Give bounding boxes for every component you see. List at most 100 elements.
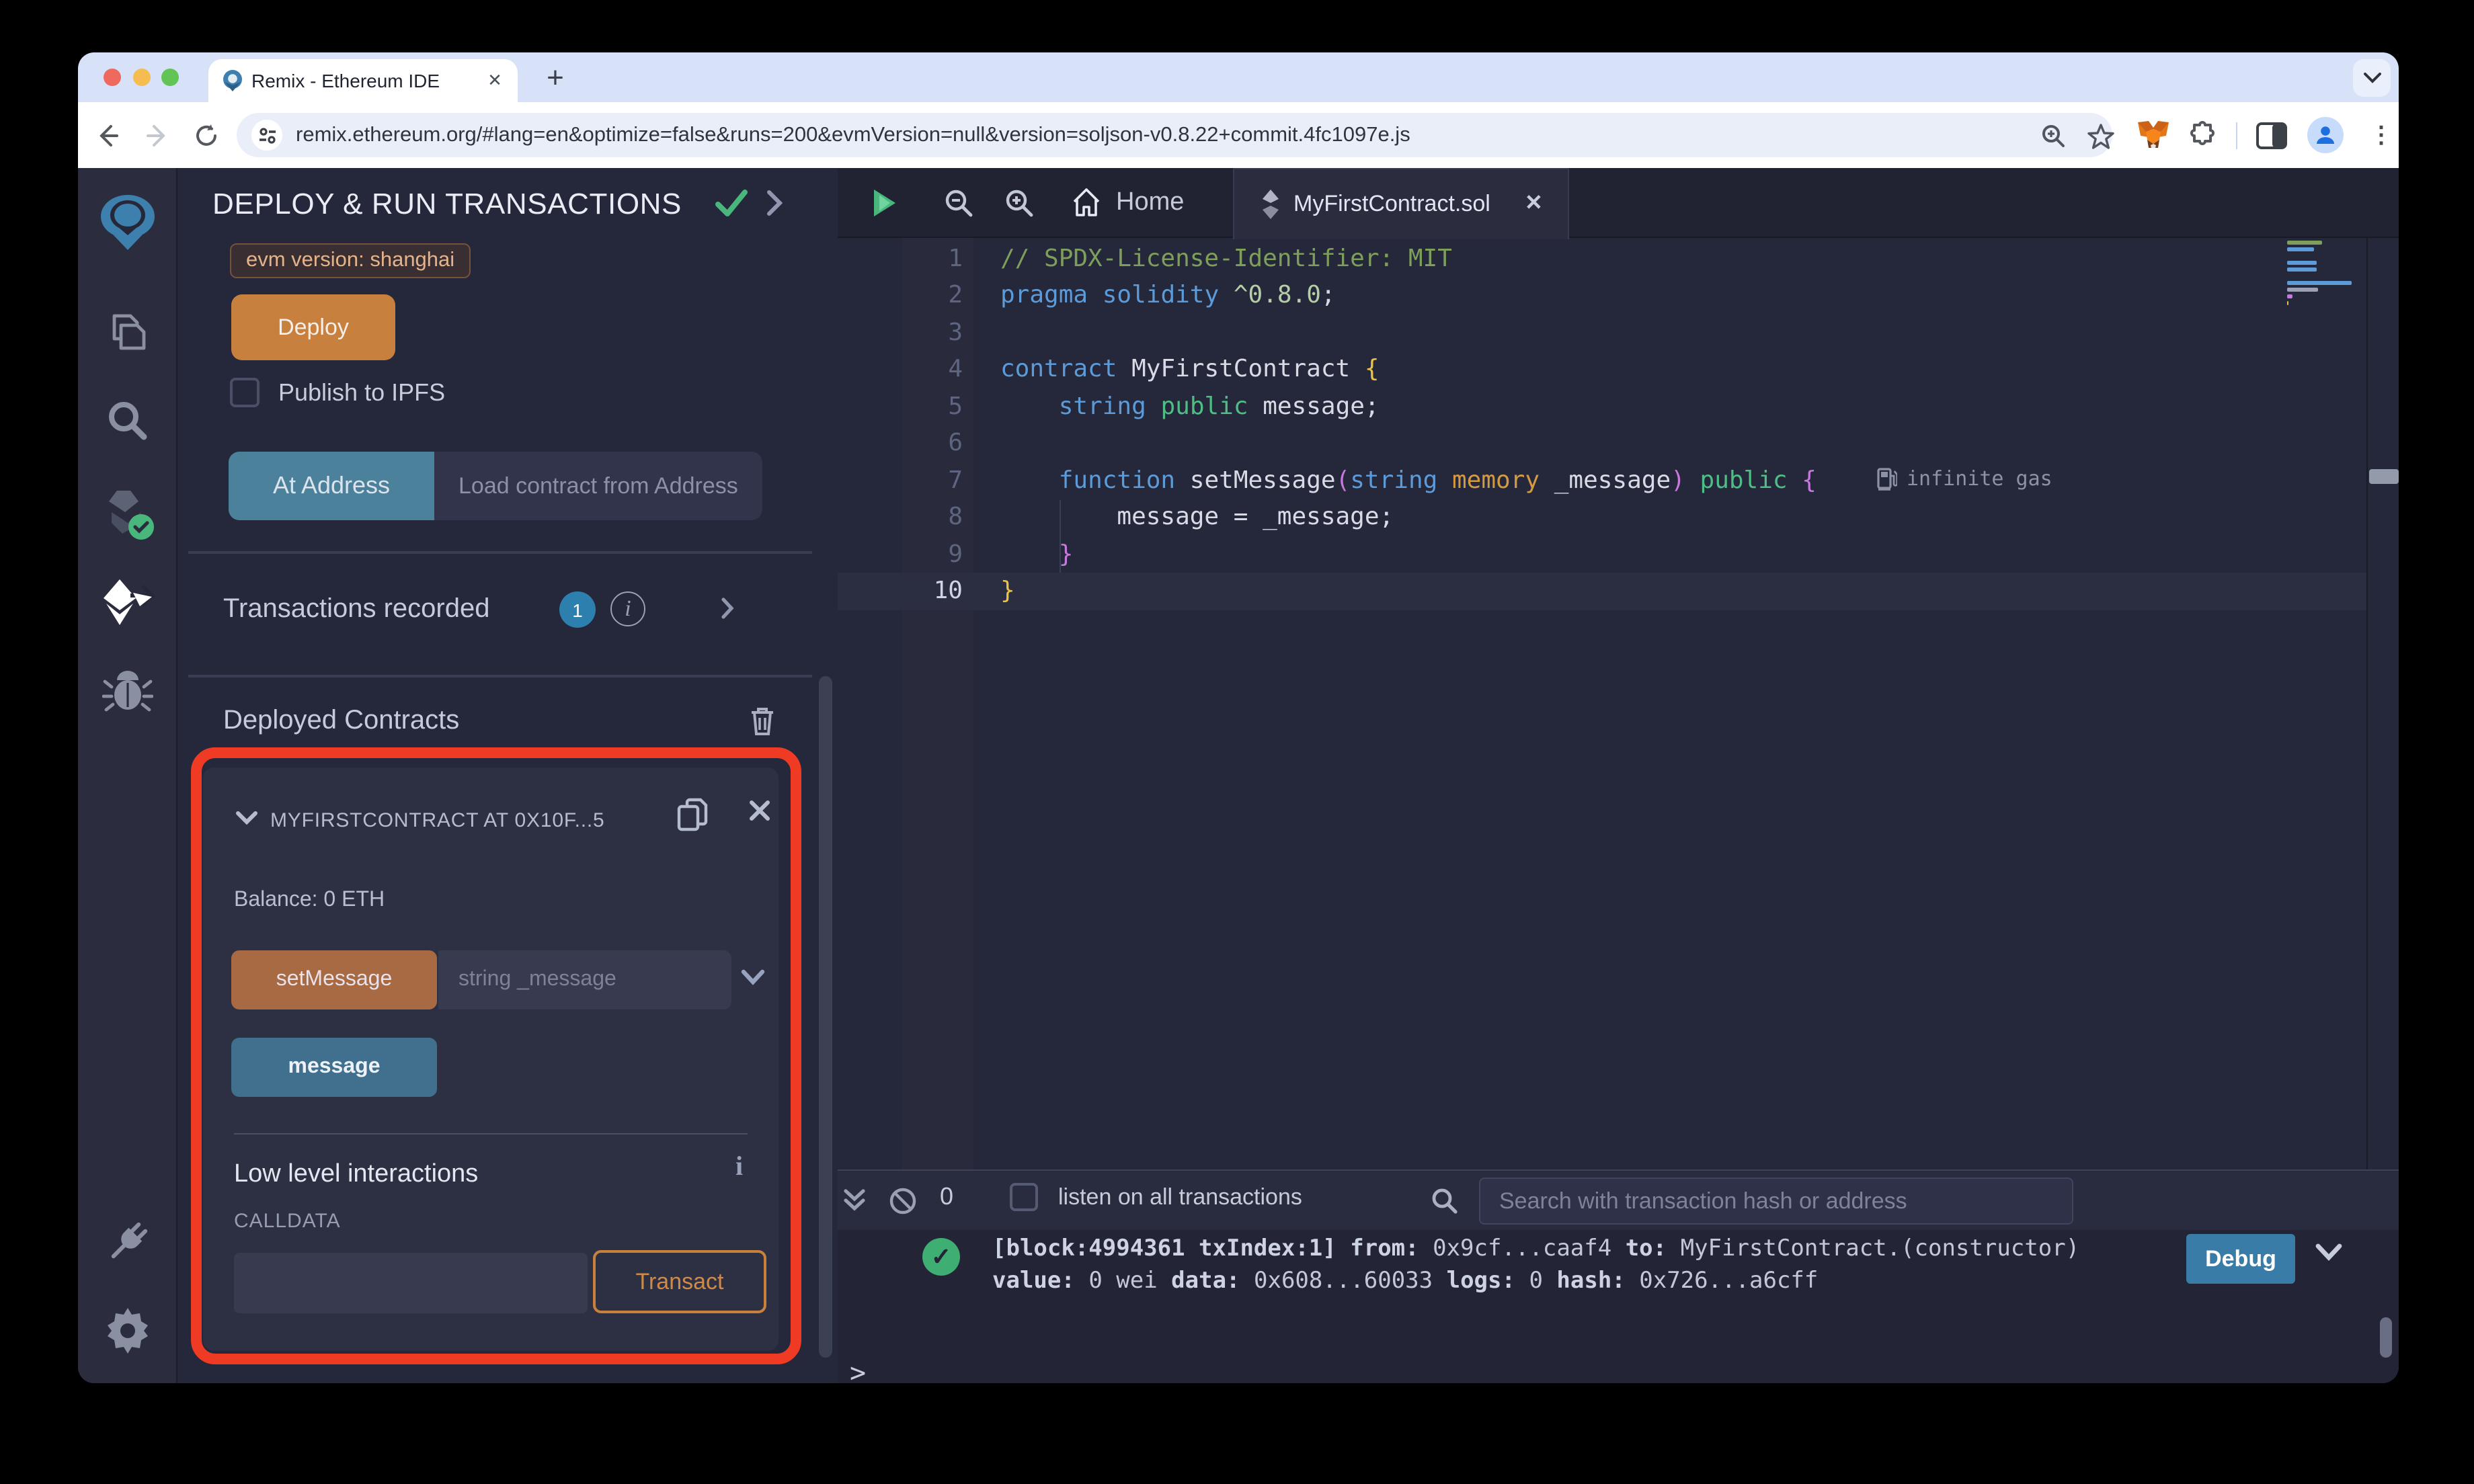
transaction-log[interactable]: [block:4994361 txIndex:1] from: 0x9cf...… xyxy=(992,1233,2079,1297)
transact-button[interactable]: Transact xyxy=(593,1250,766,1313)
deployed-contract-card: MYFIRSTCONTRACT AT 0X10F...5 Balance: 0 … xyxy=(203,768,779,1351)
activity-bar xyxy=(78,168,177,1383)
url-text[interactable]: remix.ethereum.org/#lang=en&optimize=fal… xyxy=(296,113,1410,157)
address-bar[interactable]: remix.ethereum.org/#lang=en&optimize=fal… xyxy=(237,113,2115,157)
code-editor[interactable]: 1// SPDX-License-Identifier: MIT 2 pragma … xyxy=(838,240,2366,610)
new-tab-button[interactable]: + xyxy=(535,56,575,99)
browser-toolbar: remix.ethereum.org/#lang=en&optimize=fal… xyxy=(78,102,2399,168)
line-number: 8 xyxy=(948,503,963,531)
terminal-scrollbar-thumb[interactable] xyxy=(2380,1317,2392,1358)
contract-collapse-chevron-icon[interactable] xyxy=(235,811,258,825)
card-divider xyxy=(234,1133,748,1135)
pending-tx-count: 0 xyxy=(940,1183,954,1210)
metamask-extension-icon[interactable] xyxy=(2135,118,2170,153)
home-tab-icon[interactable] xyxy=(1070,187,1103,219)
home-tab-label[interactable]: Home xyxy=(1116,187,1184,219)
code-line[interactable]: 2 pragma solidity ^0.8.0; xyxy=(838,277,2366,314)
file-tab-close-icon[interactable]: ✕ xyxy=(1525,188,1543,220)
publish-ipfs-checkbox[interactable] xyxy=(230,378,260,407)
transactions-info-icon[interactable]: i xyxy=(610,591,645,626)
compile-success-check-icon xyxy=(715,188,748,218)
panel-scrollbar-thumb[interactable] xyxy=(819,676,832,1358)
minimap[interactable] xyxy=(2287,241,2357,308)
code-line[interactable]: 10} xyxy=(838,573,2366,610)
line-number: 2 xyxy=(948,281,963,309)
calldata-input[interactable] xyxy=(234,1253,588,1313)
zoom-out-icon[interactable] xyxy=(943,187,975,219)
minimap-line xyxy=(2287,267,2317,271)
file-tab-active[interactable]: MyFirstContract.sol ✕ xyxy=(1233,168,1569,239)
set-message-button[interactable]: setMessage xyxy=(231,950,437,1009)
panel-divider xyxy=(188,551,812,553)
listen-transactions-checkbox[interactable] xyxy=(1010,1183,1038,1211)
tab-close-icon[interactable]: ✕ xyxy=(480,59,510,102)
collapse-terminal-icon[interactable] xyxy=(839,1186,869,1215)
line-number: 5 xyxy=(948,392,963,420)
forward-button[interactable] xyxy=(143,121,172,151)
deploy-button[interactable]: Deploy xyxy=(231,294,395,360)
expand-args-chevron-icon[interactable] xyxy=(741,969,765,985)
gas-pump-icon xyxy=(1877,468,1897,491)
code-line[interactable]: 9 } xyxy=(838,536,2366,573)
settings-gear-icon[interactable] xyxy=(78,1305,177,1356)
back-button[interactable] xyxy=(93,121,122,151)
minimap-line xyxy=(2287,261,2317,264)
minimap-line xyxy=(2287,288,2318,291)
solidity-compiler-icon[interactable] xyxy=(78,485,177,542)
debug-button[interactable]: Debug xyxy=(2186,1234,2295,1284)
set-message-input[interactable] xyxy=(438,950,731,1009)
contract-balance: Balance: 0 ETH xyxy=(234,889,385,911)
code-line[interactable]: 7 function setMessage(string memory _mes… xyxy=(838,462,2366,499)
bookmark-star-icon[interactable] xyxy=(2085,121,2115,151)
line-number: 1 xyxy=(948,244,963,272)
file-explorer-icon[interactable] xyxy=(78,308,177,356)
profile-avatar[interactable] xyxy=(2307,117,2344,153)
transactions-recorded-label: Transactions recorded xyxy=(223,594,490,624)
browser-tab[interactable]: Remix - Ethereum IDE ✕ xyxy=(208,59,518,102)
copy-address-icon[interactable] xyxy=(676,797,710,833)
reload-button[interactable] xyxy=(192,121,222,151)
macos-close-button[interactable] xyxy=(104,69,121,86)
at-address-button[interactable]: At Address xyxy=(229,452,434,520)
site-settings-icon[interactable] xyxy=(251,120,282,151)
minimap-line xyxy=(2287,241,2323,244)
line-number: 9 xyxy=(948,540,963,568)
transactions-chevron-icon[interactable] xyxy=(721,597,734,620)
macos-minimize-button[interactable] xyxy=(132,69,150,86)
low-level-info-icon[interactable]: i xyxy=(735,1152,743,1183)
editor-scrollbar-track xyxy=(2366,238,2368,1169)
panel-expand-chevron-icon[interactable] xyxy=(766,190,783,216)
remix-favicon-icon xyxy=(221,69,245,93)
deploy-and-run-icon[interactable] xyxy=(78,577,177,628)
tab-search-chevron-button[interactable] xyxy=(2353,59,2391,97)
remove-contract-icon[interactable] xyxy=(749,800,770,821)
zoom-page-icon[interactable] xyxy=(2038,121,2068,151)
message-button[interactable]: message xyxy=(231,1038,437,1097)
zoom-in-icon[interactable] xyxy=(1003,187,1035,219)
log-expand-chevron-icon[interactable] xyxy=(2315,1243,2342,1261)
code-line[interactable]: 8 message = _message; xyxy=(838,499,2366,536)
terminal-prompt[interactable]: > xyxy=(850,1356,866,1383)
run-script-play-icon[interactable] xyxy=(869,187,901,219)
clear-contracts-trash-icon[interactable] xyxy=(748,704,777,738)
browser-tabstrip: Remix - Ethereum IDE ✕ + xyxy=(78,52,2399,102)
extensions-puzzle-icon[interactable] xyxy=(2185,118,2220,153)
code-line[interactable]: 5 string public message; xyxy=(838,388,2366,425)
clear-console-icon[interactable] xyxy=(887,1186,917,1215)
contract-instance-title[interactable]: MYFIRSTCONTRACT AT 0X10F...5 xyxy=(270,805,631,837)
side-panel-icon[interactable] xyxy=(2253,118,2288,153)
at-address-input[interactable] xyxy=(434,452,762,520)
plugin-manager-icon[interactable] xyxy=(78,1217,177,1268)
code-line[interactable]: 3 xyxy=(838,314,2366,351)
debugger-icon[interactable] xyxy=(78,667,177,715)
code-line[interactable]: 6 xyxy=(838,425,2366,462)
code-line[interactable]: 4 contract MyFirstContract { xyxy=(838,351,2366,388)
search-icon[interactable] xyxy=(78,398,177,444)
code-line[interactable]: 1// SPDX-License-Identifier: MIT xyxy=(838,240,2366,277)
macos-zoom-button[interactable] xyxy=(161,69,179,86)
screen: Remix - Ethereum IDE ✕ + remix.ethereum.… xyxy=(0,0,2474,1484)
terminal-search-input[interactable] xyxy=(1479,1178,2073,1225)
browser-menu-icon[interactable]: ⋮ xyxy=(2364,118,2399,153)
editor-scrollbar-thumb[interactable] xyxy=(2369,469,2399,484)
terminal-search-icon xyxy=(1429,1186,1459,1215)
